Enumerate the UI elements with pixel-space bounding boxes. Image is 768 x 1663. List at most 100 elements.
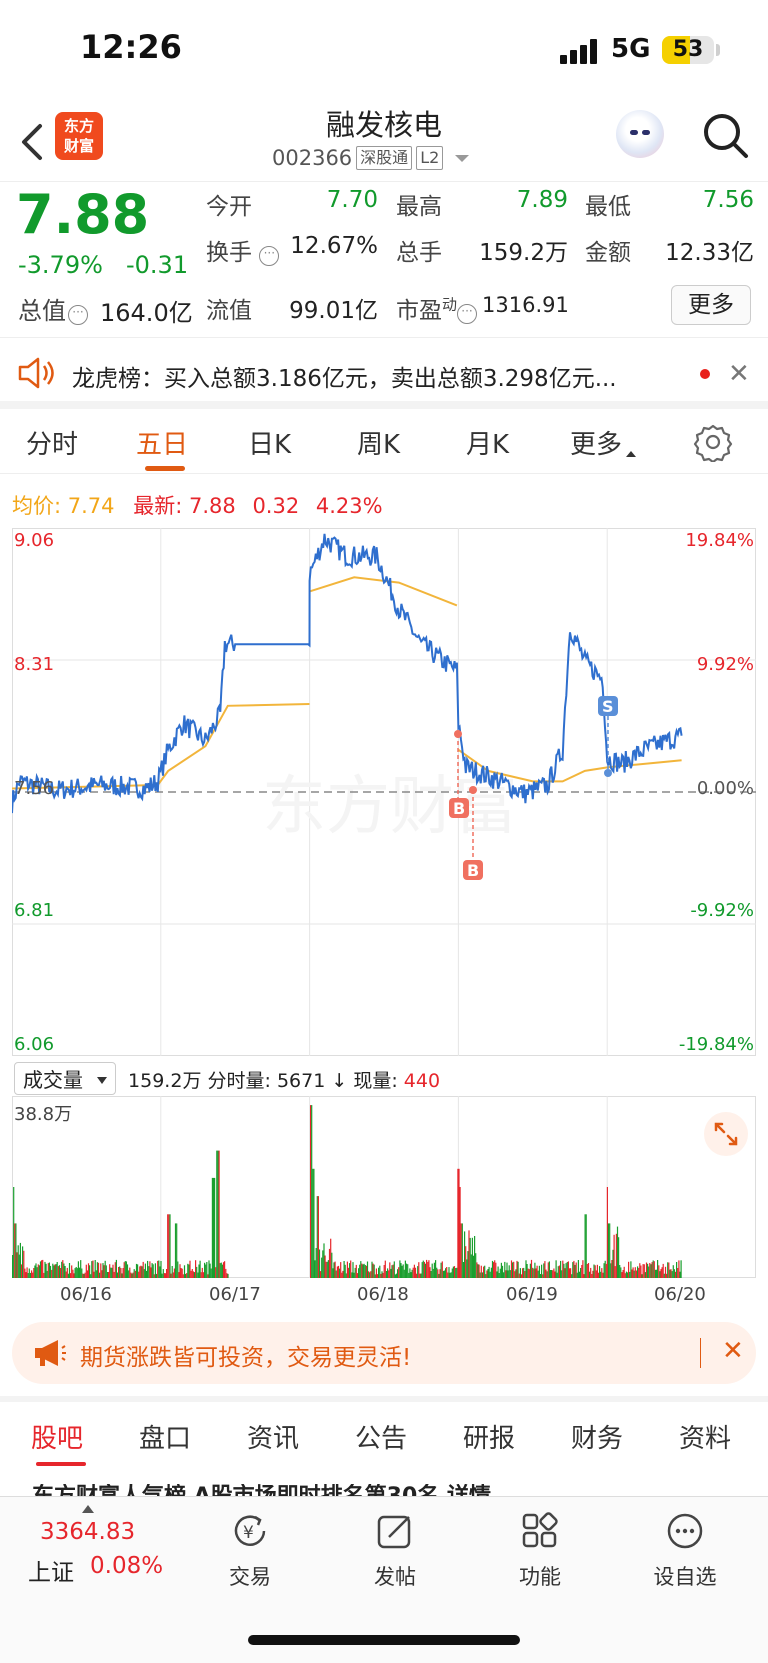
more-dots-icon[interactable]: ··· (259, 246, 280, 266)
volume-bar (34, 1265, 36, 1278)
volume-bar (80, 1260, 82, 1278)
current-price: 7.88 (16, 183, 150, 246)
volume-bar (335, 1270, 337, 1278)
volume-bar (487, 1269, 489, 1278)
volume-bar (474, 1236, 476, 1278)
current-volume-value: 440 (403, 1070, 441, 1092)
volume-bar (114, 1262, 116, 1278)
volume-bar (453, 1266, 456, 1278)
volume-bar (25, 1272, 27, 1278)
volume-bar (542, 1274, 544, 1278)
gear-icon[interactable] (693, 422, 733, 462)
period-tabs: 分时 五日 日K 周K 月K 更多 (0, 412, 768, 474)
tab-daily-k[interactable]: 日K (248, 424, 291, 461)
volume-bar (567, 1261, 569, 1278)
x-tick-date: 06/20 (654, 1284, 706, 1305)
volume-bar (204, 1262, 206, 1278)
megaphone-icon (35, 1340, 66, 1366)
more-button[interactable]: 更多 (671, 285, 751, 325)
tab-news[interactable]: 资讯 (247, 1418, 299, 1455)
volume-bar (27, 1273, 29, 1278)
volume-bar (661, 1267, 663, 1278)
y-tick-price: 6.81 (14, 900, 55, 921)
volume-bar (126, 1264, 129, 1278)
volume-bar (53, 1265, 55, 1278)
volume-bar (320, 1271, 322, 1278)
amount-value: 12.33亿 (665, 240, 754, 266)
volume-bar (186, 1273, 188, 1278)
notice-text: 龙虎榜：买入总额3.186亿元，卖出总额3.298亿元... (72, 366, 617, 392)
volume-bar (109, 1264, 111, 1278)
pe-value: 1316.91 (482, 293, 569, 317)
nav-post[interactable]: 发帖 (350, 1509, 440, 1591)
volume-bar (440, 1262, 442, 1278)
tab-five-day[interactable]: 五日 (136, 424, 188, 461)
tab-profile[interactable]: 资料 (679, 1418, 731, 1455)
volume-bar (87, 1263, 90, 1278)
more-dots-icon[interactable]: ··· (68, 305, 88, 325)
low-value: 7.56 (702, 187, 754, 213)
volume-bar (17, 1245, 19, 1278)
volume-bar (577, 1260, 579, 1278)
volume-bar (219, 1263, 221, 1278)
futures-ad-banner[interactable]: 期货涨跌皆可投资，交易更灵活! ✕ (12, 1322, 756, 1384)
tab-research[interactable]: 研报 (463, 1418, 515, 1455)
tab-finance[interactable]: 财务 (571, 1418, 623, 1455)
tab-more[interactable]: 更多 (570, 424, 637, 461)
volume-bar (339, 1268, 341, 1278)
volume-bar (594, 1265, 596, 1278)
volume-bar (92, 1260, 94, 1278)
volume-bar (202, 1272, 204, 1278)
volume-bar (662, 1263, 664, 1278)
expand-icon[interactable] (704, 1112, 748, 1156)
volume-bar (74, 1268, 76, 1278)
volume-bar (145, 1270, 148, 1278)
indicator-select[interactable]: 成交量 (14, 1062, 116, 1095)
volume-bar (673, 1269, 675, 1278)
volume-bar (147, 1260, 149, 1278)
volume-bar (46, 1270, 48, 1278)
index-name[interactable]: 上证 (28, 1553, 74, 1587)
y-tick-pct: 19.84% (685, 530, 754, 551)
nav-customize-watchlist[interactable]: 设自选 (640, 1509, 730, 1591)
volume-bar (341, 1272, 343, 1278)
stock-code-row[interactable]: 002366 深股通 L2 (272, 146, 470, 170)
volume-bar (605, 1263, 607, 1278)
close-icon[interactable]: ✕ (728, 359, 750, 389)
status-time: 12:26 (80, 28, 182, 66)
chevron-down-icon[interactable] (455, 154, 470, 162)
close-icon[interactable]: ✕ (722, 1336, 744, 1366)
volume-bar (151, 1263, 153, 1278)
tab-announcements[interactable]: 公告 (355, 1418, 407, 1455)
nav-trade[interactable]: ¥ 交易 (205, 1509, 295, 1591)
current-volume-label: 现量: (353, 1070, 398, 1092)
volume-bar (529, 1263, 531, 1278)
tab-guba[interactable]: 股吧 (31, 1418, 83, 1455)
volume-bar (65, 1271, 67, 1278)
assistant-robot-avatar[interactable] (616, 110, 664, 158)
nav-functions[interactable]: 功能 (495, 1509, 585, 1591)
tab-monthly-k[interactable]: 月K (466, 424, 509, 461)
volume-chart-canvas (12, 1096, 756, 1278)
volume-value: 159.2万 (479, 240, 568, 266)
volume-bar (195, 1260, 197, 1278)
index-value[interactable]: 3364.83 (40, 1519, 135, 1545)
active-tab-indicator (36, 1462, 86, 1466)
volume-bar (135, 1263, 138, 1278)
tab-minute[interactable]: 分时 (26, 424, 78, 461)
five-day-price-chart[interactable]: 东方财富 B B S 9.06 8.31 7.56 6.81 6.06 19.8… (11, 528, 756, 1056)
tab-pankou[interactable]: 盘口 (139, 1418, 191, 1455)
index-change[interactable]: 0.08% (90, 1553, 163, 1579)
search-icon[interactable] (700, 110, 750, 160)
volume-bar (670, 1269, 672, 1278)
volume-chart[interactable]: 38.8万 (12, 1096, 756, 1278)
more-dots-icon[interactable]: ··· (457, 304, 478, 324)
dragon-tiger-notice[interactable]: 龙虎榜：买入总额3.186亿元，卖出总额3.298亿元... ✕ (0, 339, 768, 409)
volume-bar (403, 1269, 405, 1278)
volume-bar (133, 1269, 135, 1278)
tab-weekly-k[interactable]: 周K (357, 424, 400, 461)
volume-bar (680, 1260, 682, 1278)
volume-bar (506, 1262, 508, 1278)
volume-bar (76, 1268, 78, 1278)
volume-bar (674, 1271, 677, 1278)
